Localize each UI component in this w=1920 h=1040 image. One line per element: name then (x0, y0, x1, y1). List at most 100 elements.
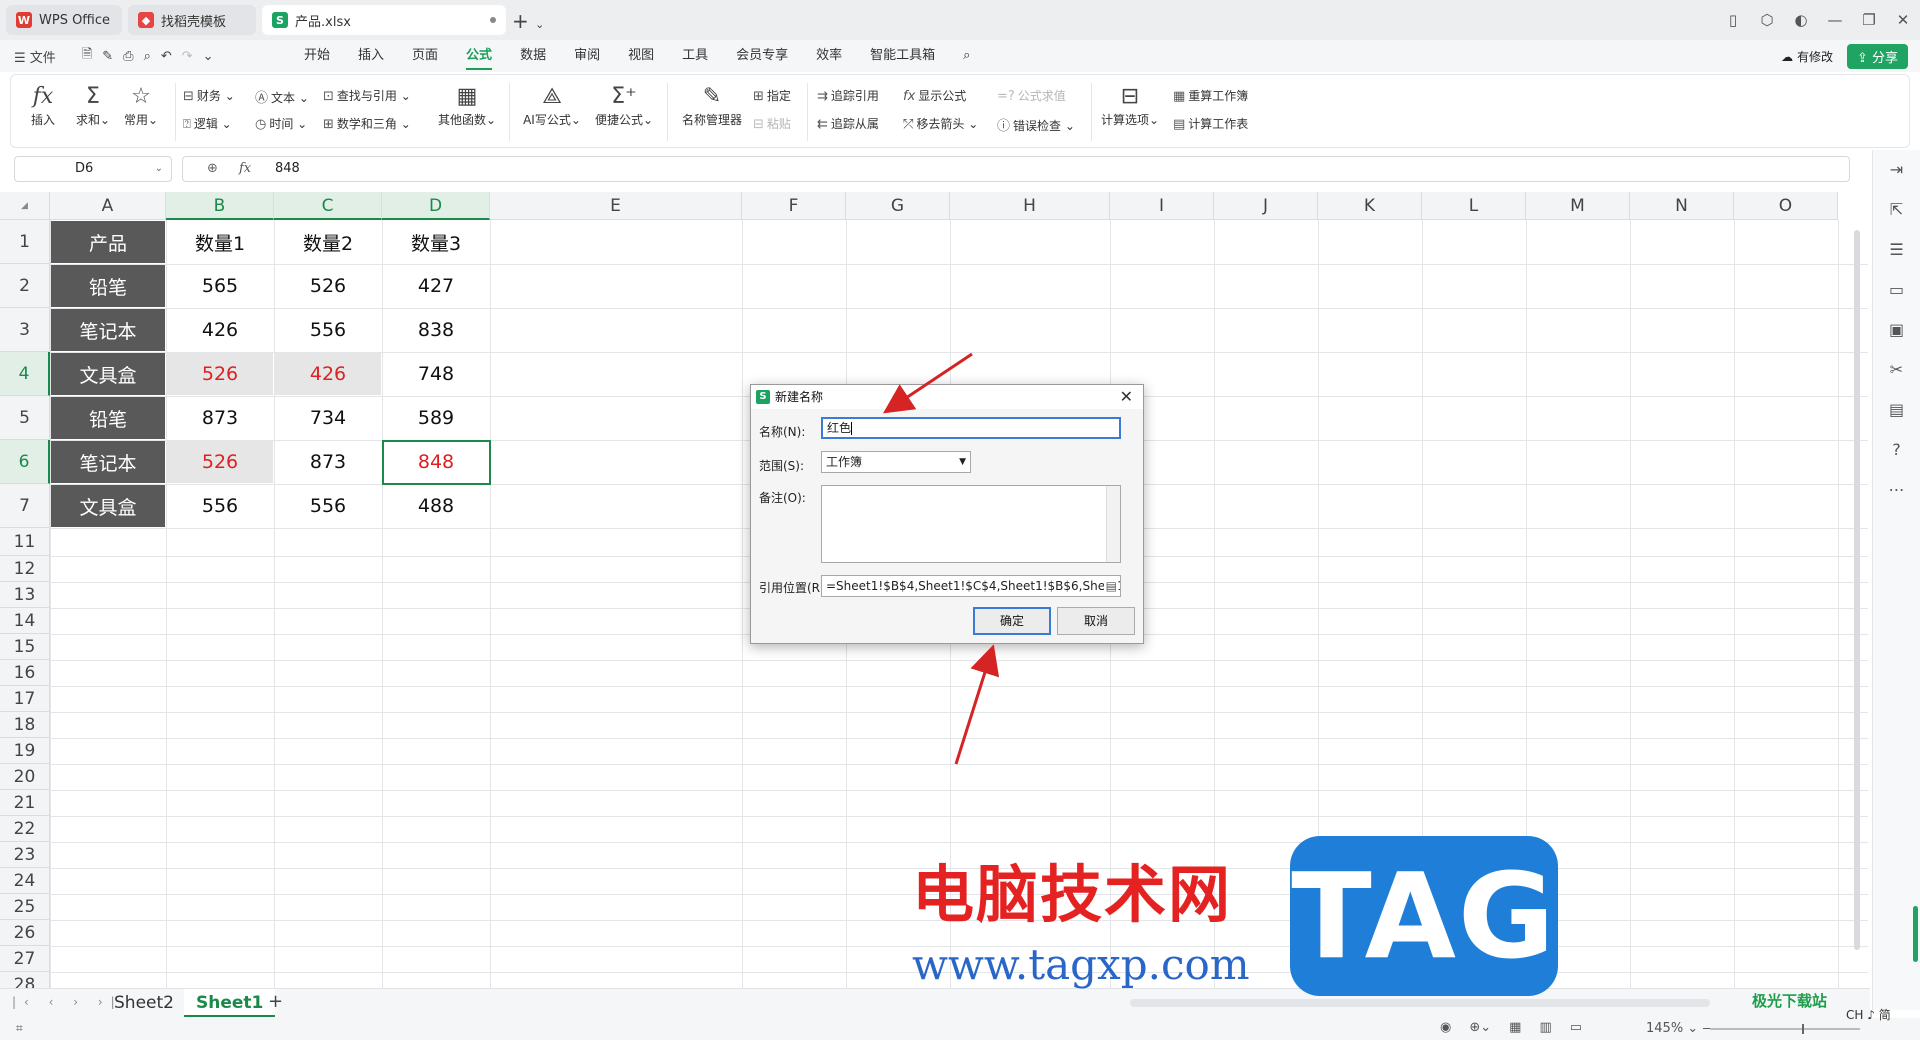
tools-icon[interactable]: ✂ (1873, 350, 1920, 390)
modified-indicator[interactable]: ☁ 有修改 (1781, 48, 1833, 65)
row-header-1[interactable]: 1 (0, 220, 50, 264)
evaluate-formula-button[interactable]: =? 公式求值 (997, 87, 1066, 104)
horizontal-scrollbar[interactable] (1130, 999, 1710, 1007)
brush-icon[interactable]: ✎ (102, 49, 113, 64)
ai-formula-button[interactable]: ⟁ AI写公式⌄ (519, 83, 585, 128)
row-header-27[interactable]: 27 (0, 946, 50, 972)
comment-textarea[interactable] (821, 485, 1121, 563)
new-tab-button[interactable]: + ⌄ (512, 9, 544, 33)
column-header-o[interactable]: O (1734, 192, 1838, 220)
row-header-21[interactable]: 21 (0, 790, 50, 816)
row-header-2[interactable]: 2 (0, 264, 50, 308)
row-header-18[interactable]: 18 (0, 712, 50, 738)
logic-button[interactable]: ⍰ 逻辑 ⌄ (183, 115, 232, 132)
row-header-22[interactable]: 22 (0, 816, 50, 842)
menu-page[interactable]: 页面 (398, 40, 452, 72)
search-icon[interactable]: ⌕ (949, 40, 984, 72)
cell-C1[interactable]: 数量2 (275, 221, 381, 263)
textarea-scrollbar[interactable] (1106, 486, 1120, 562)
row-header-4[interactable]: 4 (0, 352, 50, 396)
cell-B6[interactable]: 526 (167, 441, 273, 483)
other-functions-button[interactable]: ▦ 其他函数⌄ (435, 83, 499, 128)
cell-A3[interactable]: 笔记本 (51, 309, 165, 351)
layout-icon[interactable]: ▯ (1716, 11, 1750, 29)
menu-efficiency[interactable]: 效率 (802, 40, 856, 72)
name-box[interactable]: D6 ⌄ (14, 156, 172, 182)
time-button[interactable]: ◷ 时间 ⌄ (255, 115, 307, 132)
range-picker-icon[interactable]: ▤ (1103, 576, 1117, 596)
eye-icon[interactable]: ◉ (1440, 1020, 1451, 1035)
column-header-f[interactable]: F (742, 192, 846, 220)
menu-member[interactable]: 会员专享 (722, 40, 802, 72)
help-icon[interactable]: ? (1873, 430, 1920, 470)
cell-B1[interactable]: 数量1 (167, 221, 273, 263)
cell-D6[interactable]: 848 (383, 441, 489, 483)
minimize-icon[interactable]: — (1818, 11, 1852, 29)
vertical-scrollbar[interactable] (1852, 220, 1862, 970)
tab-wps-office[interactable]: W WPS Office (6, 5, 122, 35)
autosum-button[interactable]: Σ 求和⌄ (73, 83, 113, 128)
close-icon[interactable]: ✕ (1120, 385, 1133, 409)
paste-name-button[interactable]: ⊟ 粘贴 (753, 115, 791, 132)
close-icon[interactable]: ✕ (1886, 11, 1920, 29)
cell-D7[interactable]: 488 (383, 485, 489, 527)
redo-icon[interactable]: ↷ (182, 49, 193, 64)
more-icon[interactable]: ⋯ (1873, 470, 1920, 510)
page-view-icon[interactable]: ▥ (1539, 1020, 1551, 1035)
undo-icon[interactable]: ↶ (161, 49, 172, 64)
insert-function-button[interactable]: fx 插入 (23, 83, 63, 128)
row-header-23[interactable]: 23 (0, 842, 50, 868)
math-button[interactable]: ⊞ 数学和三角 ⌄ (323, 115, 411, 132)
save-icon[interactable]: 🗎 (82, 45, 92, 67)
menu-data[interactable]: 数据 (506, 40, 560, 72)
cell-B5[interactable]: 873 (167, 397, 273, 439)
name-input[interactable]: 红色 (821, 417, 1121, 439)
column-header-e[interactable]: E (490, 192, 742, 220)
trace-dependents-button[interactable]: ⇇ 追踪从属 (817, 115, 879, 132)
calc-options-button[interactable]: ⊟ 计算选项⌄ (1099, 83, 1161, 128)
column-header-g[interactable]: G (846, 192, 950, 220)
sheet-tab-sheet2[interactable]: Sheet2 (102, 989, 186, 1017)
scope-select[interactable]: 工作簿 ▼ (821, 451, 971, 473)
column-header-h[interactable]: H (950, 192, 1110, 220)
finance-button[interactable]: ⊟ 财务 ⌄ (183, 87, 235, 104)
row-header-13[interactable]: 13 (0, 582, 50, 608)
cell-D3[interactable]: 838 (383, 309, 489, 351)
cell-A2[interactable]: 铅笔 (51, 265, 165, 307)
show-formulas-button[interactable]: fx 显示公式 (903, 87, 966, 104)
menu-insert[interactable]: 插入 (344, 40, 398, 72)
cell-B7[interactable]: 556 (167, 485, 273, 527)
book-icon[interactable]: ▤ (1873, 390, 1920, 430)
preview-icon[interactable]: ⌕ (144, 49, 151, 64)
row-header-12[interactable]: 12 (0, 556, 50, 582)
normal-view-icon[interactable]: ▦ (1509, 1020, 1521, 1035)
name-manager-button[interactable]: ✎ 名称管理器 (675, 83, 749, 128)
row-header-6[interactable]: 6 (0, 440, 50, 484)
row-header-24[interactable]: 24 (0, 868, 50, 894)
select-icon[interactable]: ⇱ (1873, 190, 1920, 230)
print-icon[interactable]: ⎙ (123, 49, 133, 64)
cell-D5[interactable]: 589 (383, 397, 489, 439)
row-header-11[interactable]: 11 (0, 528, 50, 556)
zoom-formula-icon[interactable]: ⊕ (207, 157, 218, 181)
zoom-slider[interactable] (1710, 1024, 1860, 1034)
collapse-icon[interactable]: ⇥ (1873, 150, 1920, 190)
fx-icon[interactable]: fx (239, 157, 251, 181)
menu-tools[interactable]: 工具 (668, 40, 722, 72)
row-header-15[interactable]: 15 (0, 634, 50, 660)
specify-button[interactable]: ⊞ 指定 (753, 87, 791, 104)
lookup-button[interactable]: ⊡ 查找与引用 ⌄ (323, 87, 411, 104)
cell-A6[interactable]: 笔记本 (51, 441, 165, 483)
cell-A7[interactable]: 文具盒 (51, 485, 165, 527)
cell-B4[interactable]: 526 (167, 353, 273, 395)
row-header-3[interactable]: 3 (0, 308, 50, 352)
row-header-20[interactable]: 20 (0, 764, 50, 790)
remove-arrows-button[interactable]: ⤱ 移去箭头 ⌄ (903, 115, 978, 132)
cube-icon[interactable]: ⬡ (1750, 11, 1784, 29)
common-functions-button[interactable]: ☆ 常用⌄ (121, 83, 161, 128)
image-icon[interactable]: ▣ (1873, 310, 1920, 350)
column-header-k[interactable]: K (1318, 192, 1422, 220)
formula-input[interactable]: ⊕ fx 848 (182, 156, 1850, 182)
cell-C6[interactable]: 873 (275, 441, 381, 483)
calc-sheet-button[interactable]: ▤ 计算工作表 (1173, 115, 1248, 132)
